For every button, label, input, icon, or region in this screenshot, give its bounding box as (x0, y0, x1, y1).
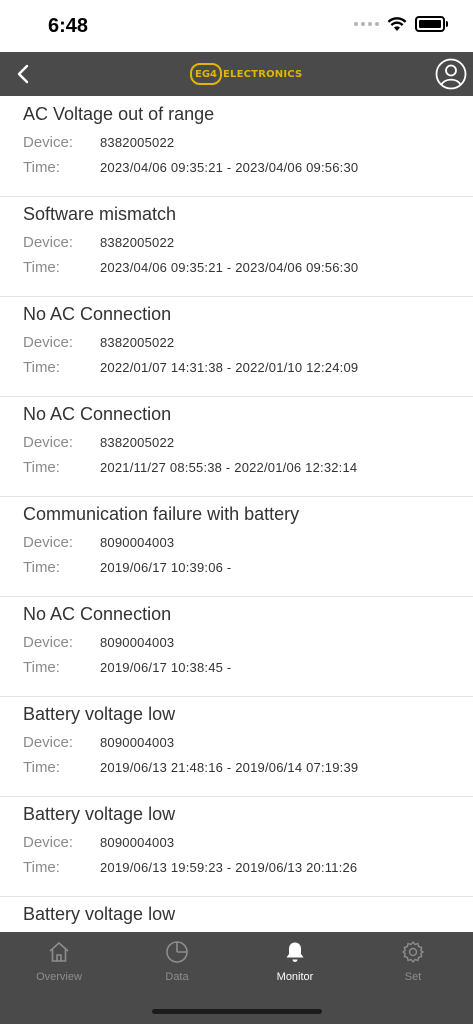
device-label: Device: (23, 834, 74, 851)
time-label: Time: (23, 159, 60, 176)
device-label: Device: (23, 734, 74, 751)
alarm-item[interactable]: Software mismatch Device: 8382005022 Tim… (0, 196, 473, 297)
time-label: Time: (23, 359, 60, 376)
tab-label: Overview (36, 971, 82, 983)
status-icons (354, 16, 448, 32)
time-label: Time: (23, 859, 60, 876)
device-label: Device: (23, 334, 74, 351)
device-value: 8090004003 (100, 735, 175, 750)
alarm-title: No AC Connection (23, 304, 172, 324)
device-label: Device: (23, 434, 74, 451)
alarm-title: Battery voltage low (23, 904, 176, 924)
device-value: 8090004003 (100, 835, 175, 850)
alarm-title: No AC Connection (23, 404, 172, 424)
time-value: 2019/06/13 21:48:16 - 2019/06/14 07:19:3… (100, 760, 359, 775)
cellular-signal-icon (354, 22, 379, 26)
alarm-item[interactable]: Battery voltage low Device: 8090004003 T… (0, 796, 473, 897)
alarm-title: Battery voltage low (23, 804, 176, 824)
alarm-item[interactable]: Communication failure with battery Devic… (0, 496, 473, 597)
device-label: Device: (23, 634, 74, 651)
status-time: 6:48 (48, 15, 89, 37)
alarm-item[interactable]: Battery voltage low (0, 896, 473, 932)
home-indicator (152, 1009, 322, 1014)
time-value: 2023/04/06 09:35:21 - 2023/04/06 09:56:3… (100, 160, 359, 175)
device-value: 8090004003 (100, 535, 175, 550)
time-label: Time: (23, 259, 60, 276)
tab-overview[interactable]: Overview (0, 932, 118, 992)
nav-bar: EG4 ELECTRONICS (0, 52, 473, 96)
tab-label: Monitor (276, 971, 314, 983)
time-value: 2023/04/06 09:35:21 - 2023/04/06 09:56:3… (100, 260, 359, 275)
alarm-title: Software mismatch (23, 204, 177, 224)
gear-icon (402, 941, 424, 963)
device-value: 8090004003 (100, 635, 175, 650)
home-icon (49, 942, 69, 962)
logo-text: ELECTRONICS (223, 68, 303, 80)
time-value: 2019/06/17 10:39:06 - (100, 560, 232, 575)
device-value: 8382005022 (100, 235, 175, 250)
time-value: 2019/06/13 19:59:23 - 2019/06/13 20:11:2… (100, 860, 358, 875)
wifi-icon (387, 16, 407, 31)
alarm-item[interactable]: Battery voltage low Device: 8090004003 T… (0, 696, 473, 797)
time-value: 2019/06/17 10:38:45 - (100, 660, 232, 675)
tab-monitor[interactable]: Monitor (236, 932, 354, 992)
tab-set[interactable]: Set (354, 932, 472, 992)
alarm-title: Battery voltage low (23, 704, 176, 724)
alarm-title: AC Voltage out of range (23, 104, 215, 124)
device-label: Device: (23, 234, 74, 251)
status-bar: 6:48 (0, 0, 473, 52)
alarm-item[interactable]: No AC Connection Device: 8382005022 Time… (0, 396, 473, 497)
alarm-item[interactable]: AC Voltage out of range Device: 83820050… (0, 96, 473, 197)
user-account-icon[interactable] (435, 58, 467, 90)
alarm-item[interactable]: No AC Connection Device: 8382005022 Time… (0, 296, 473, 397)
device-label: Device: (23, 534, 74, 551)
brand-logo: EG4 ELECTRONICS (190, 62, 302, 86)
device-value: 8382005022 (100, 435, 175, 450)
device-value: 8382005022 (100, 135, 175, 150)
alarm-list[interactable]: AC Voltage out of range Device: 83820050… (0, 96, 473, 932)
alarm-title: Communication failure with battery (23, 504, 300, 524)
time-label: Time: (23, 559, 60, 576)
back-chevron-icon[interactable] (10, 60, 38, 88)
pie-chart-icon (166, 941, 188, 963)
bell-icon (286, 942, 304, 962)
time-label: Time: (23, 759, 60, 776)
time-label: Time: (23, 659, 60, 676)
tab-data[interactable]: Data (118, 932, 236, 992)
tab-label: Data (165, 971, 189, 983)
device-label: Device: (23, 134, 74, 151)
tab-label: Set (404, 971, 422, 983)
logo-badge: EG4 (190, 63, 222, 85)
battery-icon (415, 16, 448, 32)
time-label: Time: (23, 459, 60, 476)
time-value: 2021/11/27 08:55:38 - 2022/01/06 12:32:1… (100, 460, 358, 475)
device-value: 8382005022 (100, 335, 175, 350)
alarm-title: No AC Connection (23, 604, 172, 624)
alarm-item[interactable]: No AC Connection Device: 8090004003 Time… (0, 596, 473, 697)
time-value: 2022/01/07 14:31:38 - 2022/01/10 12:24:0… (100, 360, 359, 375)
